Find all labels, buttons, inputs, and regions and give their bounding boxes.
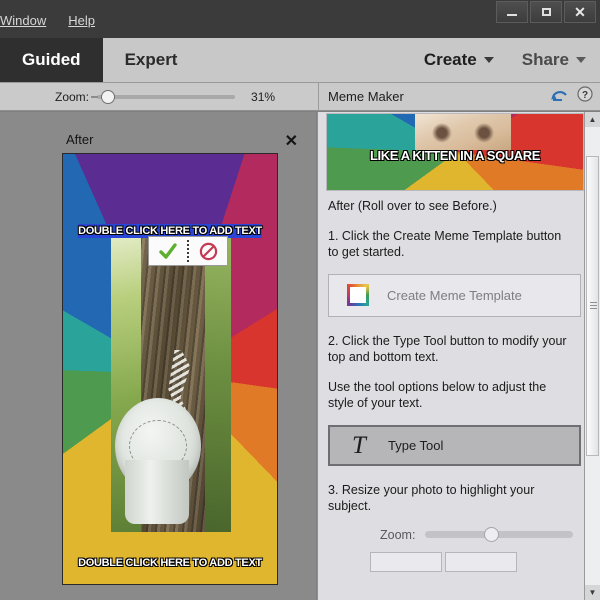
chevron-down-icon: [483, 57, 494, 63]
commit-text-button[interactable]: [149, 241, 187, 261]
menu-bar: Window Help: [0, 11, 106, 30]
type-tool-label: Type Tool: [388, 437, 444, 453]
meme-maker-panel: LIKE A KITTEN IN A SQUARE After (Roll ov…: [317, 112, 600, 600]
meme-canvas[interactable]: DOUBLE CLICK HERE TO ADD TEXT DOUBLE CLI…: [62, 153, 278, 585]
menu-item-window[interactable]: Window: [0, 11, 57, 30]
step-2-text: 2. Click the Type Tool button to modify …: [328, 333, 567, 365]
minimize-button[interactable]: [496, 1, 528, 23]
menu-item-help[interactable]: Help: [57, 11, 106, 30]
meme-bottom-text[interactable]: DOUBLE CLICK HERE TO ADD TEXT: [63, 556, 277, 569]
create-meme-template-button[interactable]: Create Meme Template: [328, 273, 581, 317]
editor-canvas-area: After ✕ DOUBLE CLICK HERE TO ADD TEXT DO…: [0, 112, 316, 600]
sub-toolbar: Zoom: 31% Meme Maker ?: [0, 82, 600, 111]
thumbnail-caption: LIKE A KITTEN IN A SQUARE: [369, 148, 541, 163]
scroll-down-arrow[interactable]: ▼: [585, 585, 600, 600]
window-controls: ✕: [494, 1, 596, 23]
tab-expert[interactable]: Expert: [103, 38, 200, 82]
panel-button-right[interactable]: [445, 551, 517, 572]
close-button[interactable]: ✕: [564, 1, 596, 23]
text-commit-bar: [148, 236, 228, 266]
panel-zoom-label: Zoom:: [380, 527, 416, 542]
minimize-icon: [507, 14, 517, 16]
cancel-text-button[interactable]: [189, 242, 227, 261]
style-hint-text: Use the tool options below to adjust the…: [328, 379, 547, 411]
panel-zoom-slider[interactable]: [425, 527, 573, 542]
panel-icon-group: ?: [550, 86, 600, 107]
chevron-down-icon: [576, 57, 586, 63]
zoom-control-group: Zoom: 31%: [0, 89, 318, 104]
photo-grass-right: [205, 232, 231, 532]
tab-guided[interactable]: Guided: [0, 38, 103, 82]
menu-create[interactable]: Create: [410, 38, 508, 82]
close-preview-button[interactable]: ✕: [285, 131, 298, 151]
scroll-up-arrow[interactable]: ▲: [585, 112, 600, 127]
menu-share[interactable]: Share: [508, 38, 600, 82]
bucket-body: [125, 460, 189, 524]
maximize-icon: [541, 8, 551, 16]
reset-icon[interactable]: [550, 86, 569, 107]
panel-zoom-control: Zoom:: [328, 527, 573, 542]
panel-title: Meme Maker: [328, 89, 404, 104]
meme-template-icon: [329, 284, 387, 306]
cancel-icon: [199, 242, 217, 260]
close-icon: ✕: [574, 4, 586, 20]
svg-text:?: ?: [582, 90, 588, 101]
meme-photo[interactable]: [111, 232, 231, 532]
zoom-value: 31%: [251, 89, 276, 104]
meme-bottom-text-value: DOUBLE CLICK HERE TO ADD TEXT: [77, 556, 262, 569]
panel-body: After (Roll over to see Before.) 1. Clic…: [318, 198, 583, 572]
tab-expert-label: Expert: [124, 50, 178, 69]
meme-preview-thumbnail[interactable]: LIKE A KITTEN IN A SQUARE: [326, 113, 584, 191]
mode-tab-bar: Guided Expert Create Share: [0, 38, 600, 83]
help-icon[interactable]: ?: [577, 86, 593, 107]
menu-share-label: Share: [521, 50, 569, 69]
tabbar-spacer: [199, 38, 409, 82]
kitten-photo: [415, 114, 511, 150]
panel-bottom-buttons: [328, 551, 573, 572]
tab-guided-label: Guided: [22, 50, 81, 69]
zoom-slider[interactable]: [91, 89, 236, 104]
menu-create-label: Create: [423, 50, 477, 69]
roll-over-hint: After (Roll over to see Before.): [328, 199, 497, 213]
maximize-button[interactable]: [530, 1, 562, 23]
create-meme-template-label: Create Meme Template: [387, 287, 522, 303]
title-bar: Window Help ✕: [0, 0, 600, 38]
photo-bucket: [115, 398, 201, 526]
panel-scrollbar[interactable]: ▲ ▼: [584, 112, 600, 600]
zoom-label: Zoom:: [55, 89, 90, 104]
scrollbar-grip-icon: [590, 302, 597, 309]
panel-zoom-handle[interactable]: [483, 527, 499, 542]
text-type-icon: T: [352, 431, 366, 459]
step-1-text: 1. Click the Create Meme Template button…: [328, 228, 562, 260]
panel-button-left[interactable]: [370, 551, 442, 572]
view-mode-label: After: [66, 132, 94, 147]
zoom-slider-handle[interactable]: [101, 89, 116, 104]
scrollbar-thumb[interactable]: [586, 156, 599, 456]
step-3-text: 3. Resize your photo to highlight your s…: [328, 482, 535, 514]
checkmark-icon: [159, 243, 177, 259]
type-tool-button[interactable]: T Type Tool: [328, 424, 581, 466]
